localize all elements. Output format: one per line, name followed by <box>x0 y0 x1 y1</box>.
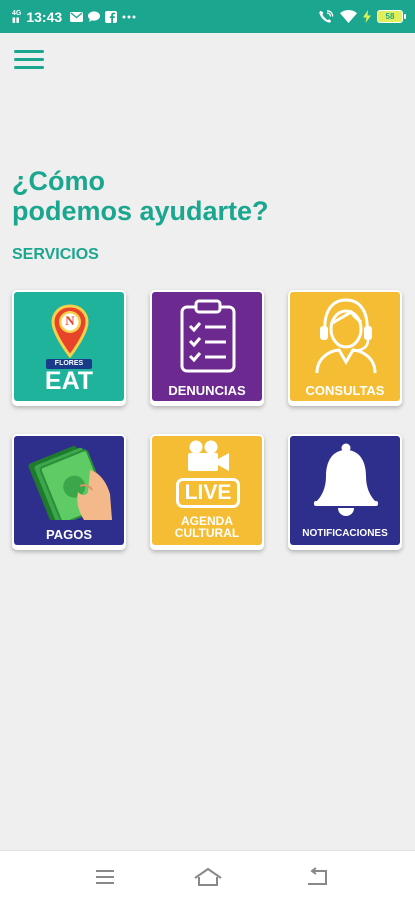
bell-icon <box>314 443 378 516</box>
facebook-icon <box>105 10 118 23</box>
eat-label: EAT <box>44 367 94 395</box>
charging-icon <box>363 10 371 23</box>
tile-background: CONSULTAS <box>290 292 400 401</box>
tile-background: DENUNCIAS <box>152 292 262 401</box>
signal-icon: ▮▮ <box>12 16 20 24</box>
page-title-line-2: podemos ayudarte? <box>12 196 269 226</box>
tile-label: AGENDA CULTURAL <box>152 515 262 539</box>
video-camera-icon <box>188 440 229 471</box>
live-label: LIVE <box>184 481 232 504</box>
tile-background: LIVE AGENDA CULTURAL <box>152 436 262 545</box>
wifi-icon <box>340 10 357 23</box>
page-title-line-1: ¿Cómo <box>12 166 105 196</box>
hamburger-menu-icon[interactable] <box>14 50 44 72</box>
tile-notificaciones[interactable]: NOTIFICACIONES <box>288 434 402 550</box>
back-icon[interactable] <box>305 867 329 887</box>
network-indicator: 4G ▮▮ <box>12 10 21 24</box>
status-time: 13:43 <box>26 8 63 25</box>
live-badge: LIVE <box>176 478 240 508</box>
mail-icon <box>70 11 84 22</box>
tile-background: PAGOS <box>14 436 124 545</box>
tile-pagos[interactable]: PAGOS <box>12 434 126 550</box>
battery-icon: 58 <box>377 10 406 23</box>
section-title-servicios: SERVICIOS <box>12 246 99 263</box>
home-icon[interactable] <box>193 867 223 887</box>
tile-label: NOTIFICACIONES <box>302 528 388 539</box>
tile-background: NOTIFICACIONES <box>290 436 400 545</box>
battery-level: 58 <box>385 12 395 21</box>
pin-badge: N <box>65 313 75 328</box>
page-title: ¿Cómo podemos ayudarte? <box>12 166 392 226</box>
wifi-calling-icon <box>318 9 334 24</box>
network-type: 4G <box>12 9 22 17</box>
chat-bubble-icon <box>88 11 101 22</box>
tile-label: CONSULTAS <box>305 383 385 398</box>
tile-denuncias[interactable]: DENUNCIAS <box>150 290 264 406</box>
recent-apps-icon[interactable] <box>94 868 116 886</box>
tile-label: DENUNCIAS <box>168 383 246 398</box>
support-agent-icon <box>315 298 377 374</box>
tile-background: N FLORES EAT <box>14 292 124 401</box>
tile-label: PAGOS <box>46 527 92 542</box>
tile-flores-eat[interactable]: N FLORES EAT <box>12 290 126 406</box>
more-dots-icon <box>122 15 136 19</box>
clipboard-checklist-icon <box>180 299 236 373</box>
cash-in-hand-icon <box>28 445 112 520</box>
system-nav-bar <box>0 850 415 900</box>
status-bar: 4G ▮▮ 13:43 58 <box>0 0 415 33</box>
tile-agenda-cultural[interactable]: LIVE AGENDA CULTURAL <box>150 434 264 550</box>
tile-label-line-2: CULTURAL <box>174 526 240 540</box>
tile-consultas[interactable]: CONSULTAS <box>288 290 402 406</box>
